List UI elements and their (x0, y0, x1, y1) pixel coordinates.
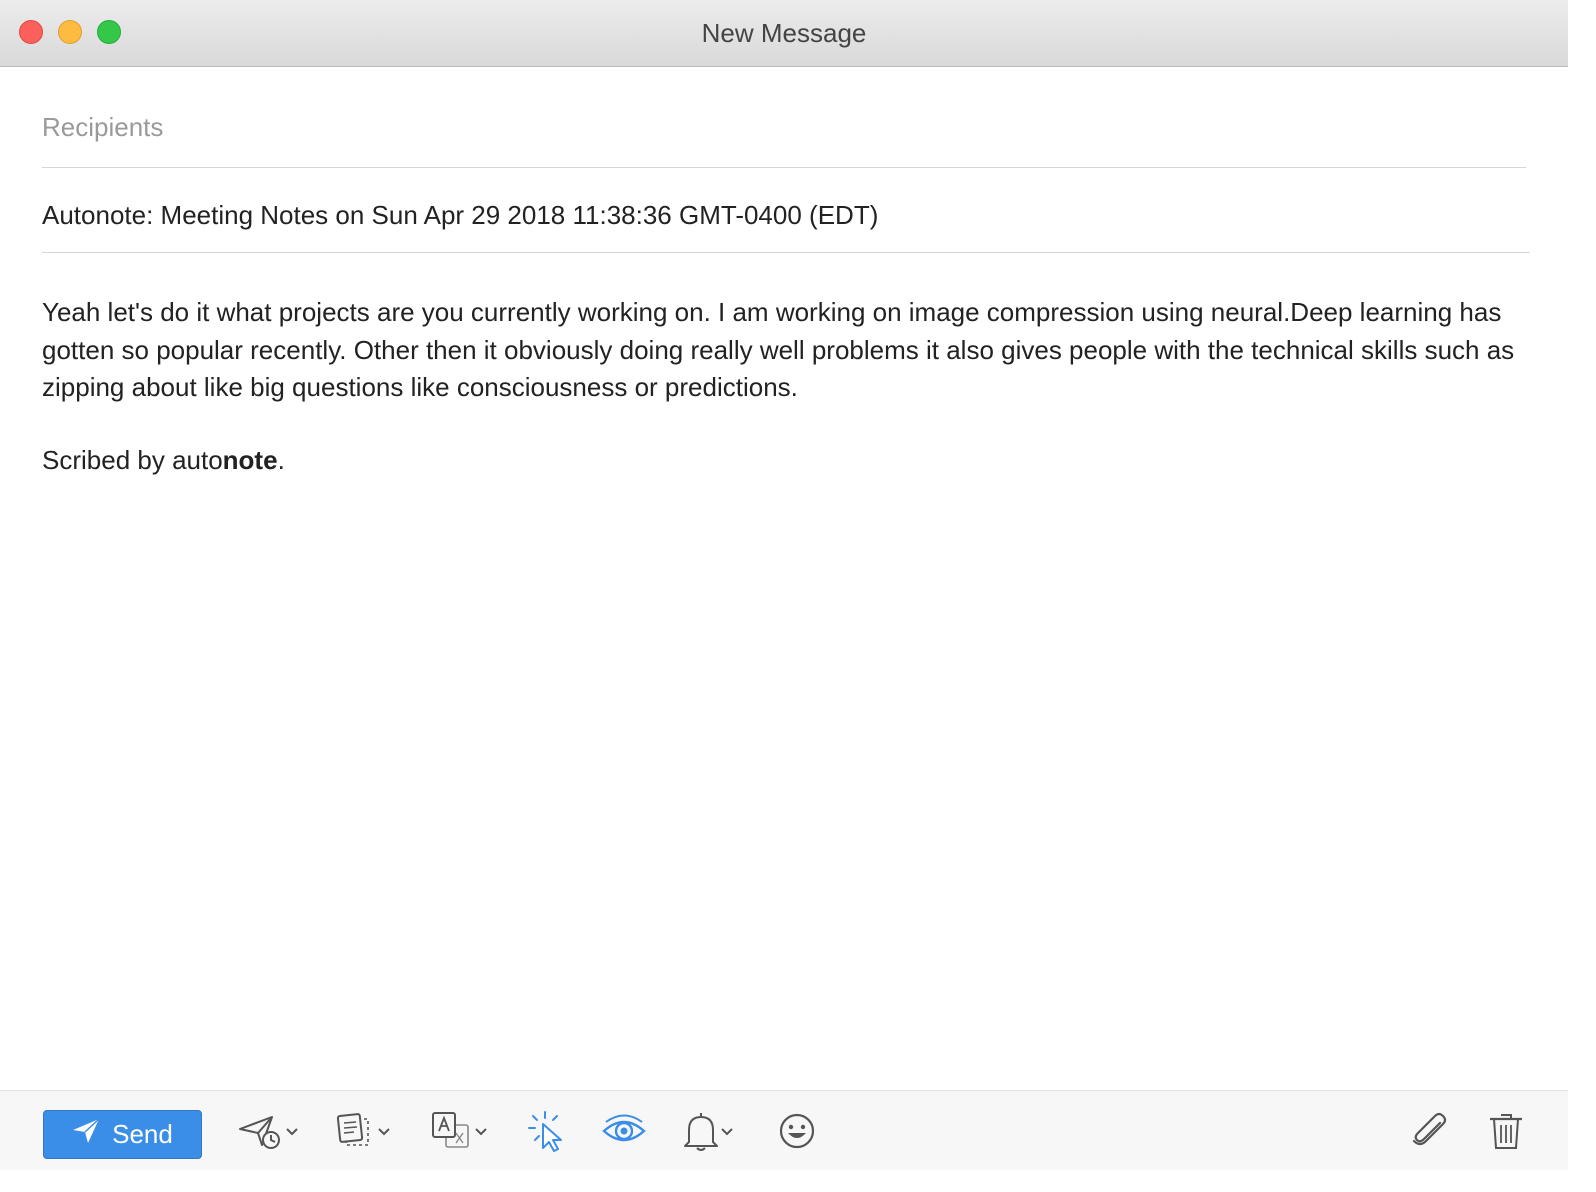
emoji-button[interactable] (778, 1111, 816, 1155)
recipients-field[interactable]: Recipients (42, 112, 163, 143)
chevron-down-icon (378, 1124, 390, 1142)
message-body[interactable]: Yeah let's do it what projects are you c… (42, 294, 1532, 407)
chevron-down-icon (286, 1124, 298, 1142)
subject-divider (42, 252, 1530, 253)
send-button[interactable]: Send (43, 1110, 202, 1159)
send-later-icon (238, 1111, 284, 1156)
link-tracking-button[interactable] (527, 1110, 567, 1157)
reminder-button[interactable] (683, 1111, 733, 1155)
read-receipt-icon (602, 1111, 646, 1156)
chevron-down-icon (475, 1124, 487, 1142)
templates-button[interactable] (336, 1111, 390, 1155)
paper-plane-icon (72, 1118, 100, 1151)
translate-icon (431, 1111, 473, 1156)
message-body-text: Yeah let's do it what projects are you c… (42, 297, 1515, 402)
trash-icon (1488, 1111, 1524, 1156)
signature-suffix: . (277, 445, 285, 475)
compose-window: New Message Recipients Autonote: Meeting… (0, 0, 1568, 1170)
subject-field[interactable]: Autonote: Meeting Notes on Sun Apr 29 20… (42, 200, 878, 231)
recipients-divider (42, 167, 1526, 168)
title-bar: New Message (0, 0, 1568, 67)
emoji-icon (778, 1112, 816, 1155)
signature: Scribed by autonote. (42, 445, 285, 476)
translate-button[interactable] (431, 1111, 487, 1155)
signature-brand: note (222, 445, 278, 475)
attach-file-button[interactable] (1410, 1111, 1448, 1155)
compose-toolbar: Send (0, 1090, 1568, 1170)
window-title: New Message (701, 18, 867, 48)
link-tracking-icon (527, 1110, 567, 1157)
discard-draft-button[interactable] (1488, 1111, 1524, 1155)
send-later-button[interactable] (238, 1111, 298, 1155)
templates-icon (336, 1111, 376, 1156)
reminder-bell-icon (683, 1110, 719, 1157)
attachment-icon (1410, 1111, 1448, 1156)
chevron-down-icon (721, 1124, 733, 1142)
signature-prefix: Scribed by auto (42, 445, 223, 475)
read-receipt-button[interactable] (602, 1111, 646, 1155)
send-label: Send (112, 1119, 173, 1149)
